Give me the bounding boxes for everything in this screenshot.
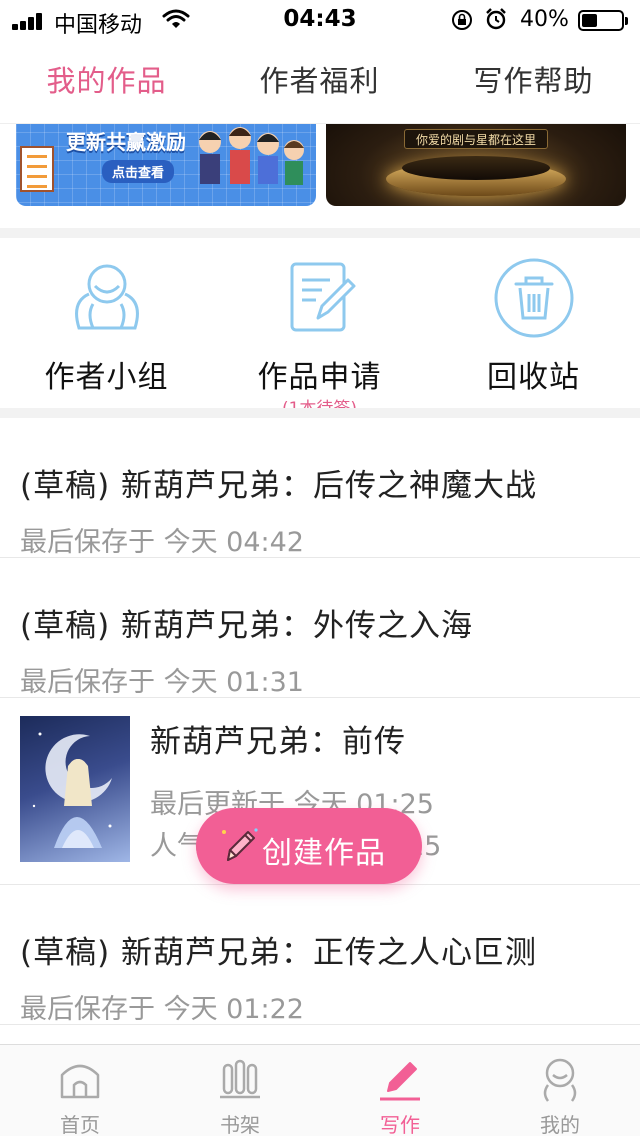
profile-icon [543,1058,577,1102]
book-cover [20,716,130,862]
tab-author-benefits[interactable]: 作者福利 [213,58,426,100]
banner-stage-subtitle: 你爱的剧与星都在这里 [415,133,536,147]
recycle-bin-label: 回收站 [487,360,580,395]
author-group-entry[interactable]: 作者小组 [0,256,213,396]
tab-my-works[interactable]: 我的作品 [0,58,213,100]
status-bar: 中国移动 04:43 40% [0,0,640,40]
create-work-label: 创建作品 [262,836,386,871]
section-divider [0,228,640,238]
work-saved-time: 最后保存于 今天 04:42 [20,527,304,558]
pencil-icon [222,828,258,861]
work-saved-time: 最后保存于 今天 01:22 [20,994,304,1025]
battery-percent: 40% [520,7,569,32]
works-list: (草稿) 新葫芦兄弟：后传之神魔大战 最后保存于 今天 04:42 (草稿) 新… [0,418,640,1025]
work-application-label: 作品申请 [257,360,382,395]
home-icon [60,1064,100,1099]
work-title: 新葫芦兄弟：前传 [150,724,406,760]
banner-incentive-title: 更新共赢激励 [66,130,186,154]
work-title: (草稿) 新葫芦兄弟：后传之神魔大战 [20,468,538,504]
tab-bookshelf-label: 书架 [220,1113,260,1136]
author-group-icon [74,264,139,330]
tab-bookshelf[interactable]: 书架 [160,1045,320,1136]
create-work-button[interactable]: 创建作品 [196,808,422,884]
tab-writing-help[interactable]: 写作帮助 [427,58,640,100]
tab-profile-label: 我的 [540,1113,580,1136]
write-icon [380,1062,420,1101]
banner-stage[interactable]: 你爱的剧与星都在这里 [326,124,626,206]
tab-profile[interactable]: 我的 [480,1045,640,1136]
trash-icon [494,258,573,338]
orientation-lock-icon [452,10,472,30]
tab-write[interactable]: 写作 [320,1045,480,1136]
recycle-bin-entry[interactable]: 回收站 [427,256,640,396]
work-saved-time: 最后保存于 今天 01:31 [20,667,304,698]
bottom-tab-bar: 首页 书架 写作 我的 [0,1044,640,1136]
work-title: (草稿) 新葫芦兄弟：正传之人心叵测 [20,935,538,971]
bookshelf-icon [220,1059,260,1099]
list-item[interactable]: (草稿) 新葫芦兄弟：外传之入海 最后保存于 今天 01:31 [0,558,640,698]
section-divider [0,408,640,418]
author-group-label: 作者小组 [44,360,169,395]
edit-document-icon [290,262,355,332]
alarm-icon [486,8,506,30]
banner-view-button[interactable]: 点击查看 [102,160,175,183]
list-item[interactable]: (草稿) 新葫芦兄弟：正传之人心叵测 最后保存于 今天 01:22 [0,885,640,1025]
battery-fill [582,14,597,27]
cartoon-people-illustration [199,127,304,185]
top-tab-bar: 我的作品 作者福利 写作帮助 [0,40,640,129]
quick-menu: 作者小组 作品申请 (1本待签) 回收站 [0,238,640,419]
banner-carousel: 更新共赢激励 点击查看 你爱的剧与星都在这里 [0,124,640,228]
banner-incentive[interactable]: 更新共赢激励 点击查看 [16,124,316,206]
work-title: (草稿) 新葫芦兄弟：外传之入海 [20,608,474,644]
clipboard-icon [20,146,54,192]
work-application-entry[interactable]: 作品申请 (1本待签) [213,256,426,419]
battery-icon [578,10,628,31]
tab-home[interactable]: 首页 [0,1045,160,1136]
tab-write-label: 写作 [380,1113,420,1136]
tab-home-label: 首页 [60,1113,100,1136]
list-item[interactable]: (草稿) 新葫芦兄弟：后传之神魔大战 最后保存于 今天 04:42 [0,418,640,558]
